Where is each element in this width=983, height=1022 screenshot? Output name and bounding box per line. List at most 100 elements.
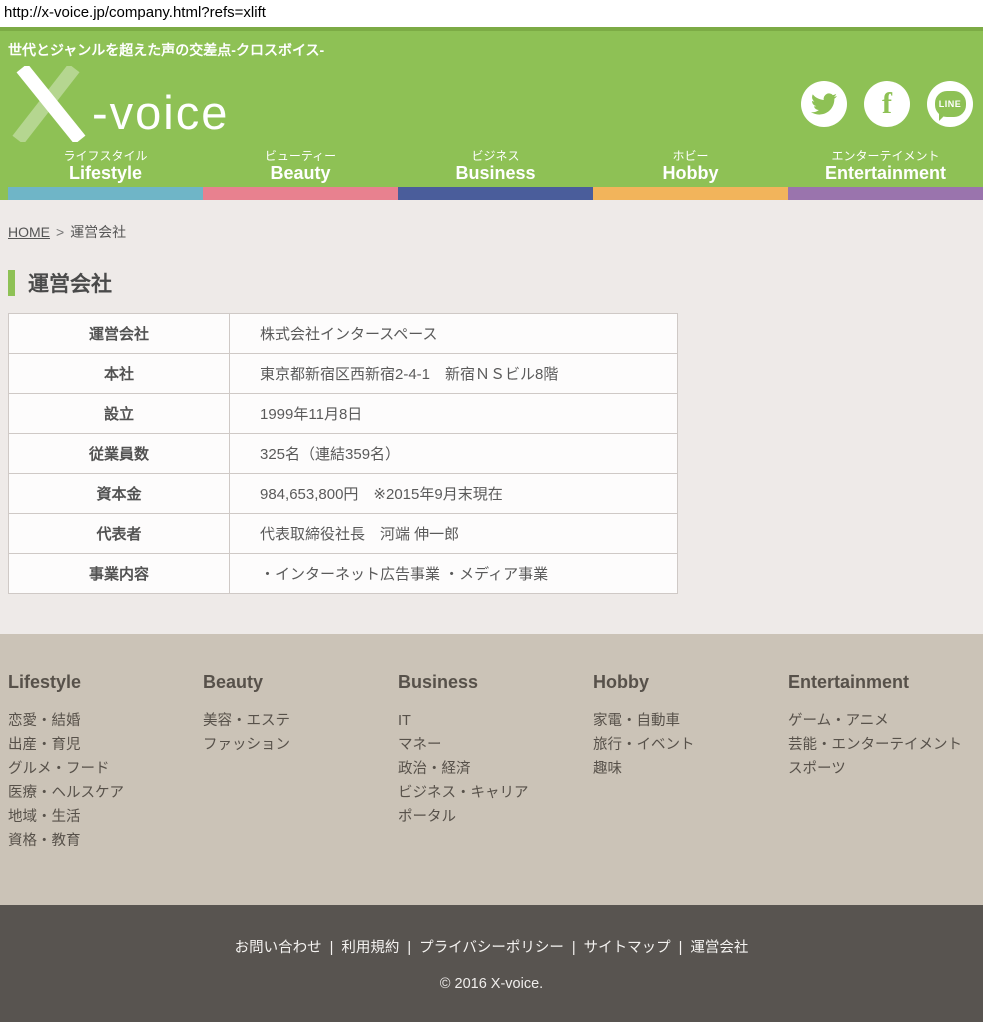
footer-link[interactable]: ゲーム・アニメ (788, 709, 983, 733)
footer-link[interactable]: 美容・エステ (203, 709, 398, 733)
footer-column-title: Business (398, 672, 593, 693)
site-tagline: 世代とジャンルを超えた声の交差点-クロスボイス- (0, 31, 983, 58)
breadcrumb: HOME > 運営会社 (0, 200, 983, 242)
footer-link[interactable]: ポータル (398, 805, 593, 829)
nav-underline-lifestyle (8, 187, 203, 200)
footer-column-business: Business IT マネー 政治・経済 ビジネス・キャリア ポータル (398, 672, 593, 857)
nav-underline-business (398, 187, 593, 200)
footer-link[interactable]: 資格・教育 (8, 829, 203, 853)
nav-en-label: Business (398, 164, 593, 184)
table-row-value: 1999年11月8日 (230, 394, 678, 434)
nav-item-business[interactable]: ビジネス Business (398, 150, 593, 187)
facebook-icon[interactable]: f (864, 81, 910, 127)
footer-link[interactable]: 医療・ヘルスケア (8, 781, 203, 805)
footer-link[interactable]: IT (398, 709, 593, 733)
footer-bottom-link-terms[interactable]: 利用規約 (341, 940, 399, 956)
table-row: 設立 1999年11月8日 (9, 394, 678, 434)
footer-link-separator: | (572, 940, 576, 956)
footer-bottom-link-privacy[interactable]: プライバシーポリシー (419, 940, 564, 956)
site-header: 世代とジャンルを超えた声の交差点-クロスボイス- -voice f (0, 27, 983, 200)
footer-link[interactable]: 政治・経済 (398, 757, 593, 781)
footer-link[interactable]: 家電・自動車 (593, 709, 788, 733)
footer-link[interactable]: 恋愛・結婚 (8, 709, 203, 733)
url-bar[interactable]: http://x-voice.jp/company.html?refs=xlif… (0, 0, 983, 27)
table-row-value: 株式会社インタースペース (230, 314, 678, 354)
footer-link[interactable]: ビジネス・キャリア (398, 781, 593, 805)
line-icon[interactable]: LINE (927, 81, 973, 127)
table-row-value: 325名（連結359名） (230, 434, 678, 474)
table-row: 本社 東京都新宿区西新宿2-4-1 新宿ＮＳビル8階 (9, 354, 678, 394)
footer-column-hobby: Hobby 家電・自動車 旅行・イベント 趣味 (593, 672, 788, 857)
site-logo[interactable]: -voice (8, 66, 229, 142)
breadcrumb-current: 運営会社 (70, 224, 126, 240)
table-row-value: 984,653,800円 ※2015年9月末現在 (230, 474, 678, 514)
footer-column-entertainment: Entertainment ゲーム・アニメ 芸能・エンターテイメント スポーツ (788, 672, 983, 857)
footer-column-title: Hobby (593, 672, 788, 693)
nav-underline-hobby (593, 187, 788, 200)
footer-column-title: Entertainment (788, 672, 983, 693)
company-info-table: 運営会社 株式会社インタースペース 本社 東京都新宿区西新宿2-4-1 新宿ＮＳ… (8, 313, 678, 594)
table-row-label: 従業員数 (9, 434, 230, 474)
nav-colorbar (0, 187, 983, 200)
table-row: 運営会社 株式会社インタースペース (9, 314, 678, 354)
footer-link[interactable]: ファッション (203, 733, 398, 757)
footer-column-title: Lifestyle (8, 672, 203, 693)
twitter-icon[interactable] (801, 81, 847, 127)
title-accent-bar (8, 270, 15, 296)
table-row-value: 代表取締役社長 河端 伸一郎 (230, 514, 678, 554)
table-row: 従業員数 325名（連結359名） (9, 434, 678, 474)
footer-bottom-link-sitemap[interactable]: サイトマップ (584, 940, 671, 956)
line-icon-label: LINE (939, 99, 962, 109)
footer-bottom-links: お問い合わせ | 利用規約 | プライバシーポリシー | サイトマップ | 運営会社 (0, 936, 983, 957)
page-title: 運営会社 (28, 268, 112, 298)
footer-link[interactable]: グルメ・フード (8, 757, 203, 781)
nav-underline-beauty (203, 187, 398, 200)
table-row-value: 東京都新宿区西新宿2-4-1 新宿ＮＳビル8階 (230, 354, 678, 394)
table-row: 事業内容 ・インターネット広告事業 ・メディア事業 (9, 554, 678, 594)
nav-jp-label: ビジネス (398, 150, 593, 163)
table-row-label: 事業内容 (9, 554, 230, 594)
footer-link-separator: | (679, 940, 683, 956)
footer-bottom-link-company[interactable]: 運営会社 (690, 940, 748, 956)
logo-text: -voice (92, 89, 229, 142)
table-row: 資本金 984,653,800円 ※2015年9月末現在 (9, 474, 678, 514)
nav-jp-label: ライフスタイル (8, 150, 203, 163)
nav-en-label: Entertainment (788, 164, 983, 184)
table-row-label: 運営会社 (9, 314, 230, 354)
table-row-value: ・インターネット広告事業 ・メディア事業 (230, 554, 678, 594)
footer-bottom-link-contact[interactable]: お問い合わせ (235, 940, 322, 956)
table-row-label: 代表者 (9, 514, 230, 554)
logo-x-icon (8, 66, 90, 142)
table-row: 代表者 代表取締役社長 河端 伸一郎 (9, 514, 678, 554)
footer-column-beauty: Beauty 美容・エステ ファッション (203, 672, 398, 857)
nav-item-entertainment[interactable]: エンターテイメント Entertainment (788, 150, 983, 187)
footer-link[interactable]: 地域・生活 (8, 805, 203, 829)
footer-link[interactable]: 芸能・エンターテイメント (788, 733, 983, 757)
footer-link[interactable]: スポーツ (788, 757, 983, 781)
footer-link[interactable]: 趣味 (593, 757, 788, 781)
nav-item-hobby[interactable]: ホビー Hobby (593, 150, 788, 187)
main-nav: ライフスタイル Lifestyle ビューティー Beauty ビジネス Bus… (0, 150, 983, 187)
nav-item-beauty[interactable]: ビューティー Beauty (203, 150, 398, 187)
nav-en-label: Hobby (593, 164, 788, 184)
footer-link-separator: | (330, 940, 334, 956)
main-content: HOME > 運営会社 運営会社 運営会社 株式会社インタースペース 本社 東京都新… (0, 200, 983, 634)
nav-item-lifestyle[interactable]: ライフスタイル Lifestyle (8, 150, 203, 187)
table-row-label: 設立 (9, 394, 230, 434)
footer-column-lifestyle: Lifestyle 恋愛・結婚 出産・育児 グルメ・フード 医療・ヘルスケア 地… (8, 672, 203, 857)
footer-link[interactable]: マネー (398, 733, 593, 757)
breadcrumb-separator: > (56, 224, 64, 240)
nav-en-label: Beauty (203, 164, 398, 184)
table-row-label: 本社 (9, 354, 230, 394)
footer-link[interactable]: 出産・育児 (8, 733, 203, 757)
footer-nav: Lifestyle 恋愛・結婚 出産・育児 グルメ・フード 医療・ヘルスケア 地… (0, 634, 983, 905)
footer-link[interactable]: 旅行・イベント (593, 733, 788, 757)
footer-column-title: Beauty (203, 672, 398, 693)
nav-jp-label: ビューティー (203, 150, 398, 163)
breadcrumb-home-link[interactable]: HOME (8, 224, 50, 240)
copyright: © 2016 X-voice. (0, 976, 983, 992)
social-links: f LINE (801, 81, 973, 127)
footer-link-separator: | (407, 940, 411, 956)
nav-en-label: Lifestyle (8, 164, 203, 184)
nav-jp-label: エンターテイメント (788, 150, 983, 163)
